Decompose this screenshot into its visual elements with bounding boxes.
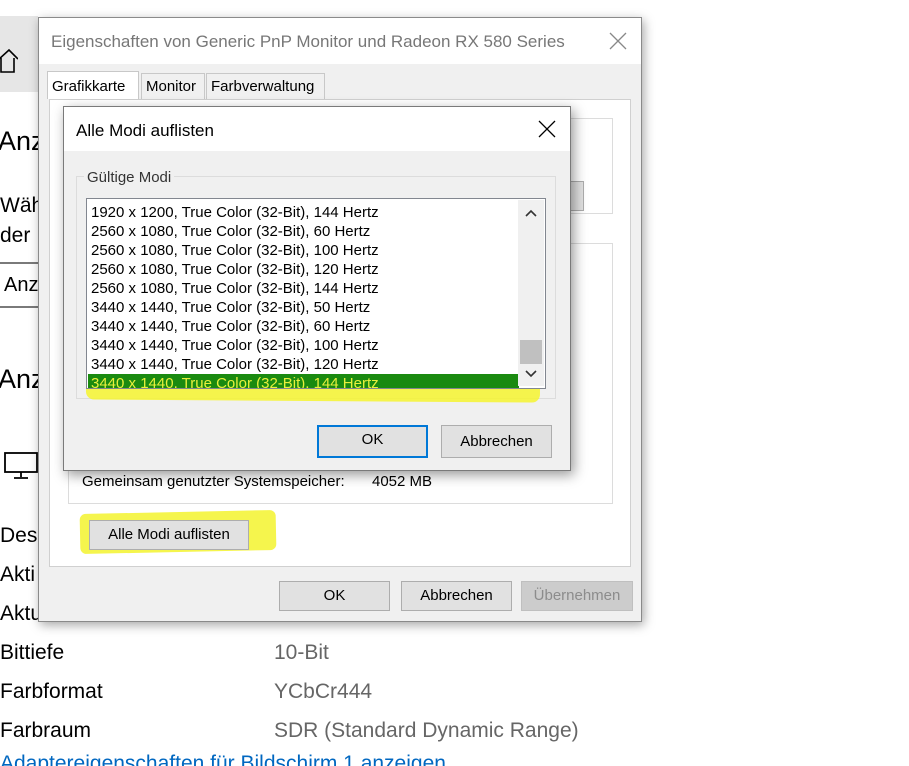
apply-button[interactable]: Übernehmen	[521, 581, 633, 611]
list-item-selected[interactable]: 3440 x 1440, True Color (32-Bit), 144 He…	[88, 374, 519, 388]
list-all-modes-dialog: Alle Modi auflisten Gültige Modi 1920 x …	[63, 106, 571, 471]
home-icon[interactable]	[0, 46, 18, 76]
row-label-desktop: Des	[0, 524, 38, 547]
row-value-farbraum: SDR (Standard Dynamic Range)	[274, 719, 579, 742]
list-item[interactable]: 3440 x 1440, True Color (32-Bit), 100 He…	[91, 336, 379, 355]
row-label-bittiefe: Bittiefe	[0, 641, 65, 664]
properties-dialog-title: Eigenschaften von Generic PnP Monitor un…	[51, 32, 565, 51]
adapter-properties-link[interactable]: Adaptereigenschaften für Bildschirm 1 an…	[0, 752, 446, 766]
chevron-up-icon[interactable]	[518, 200, 544, 226]
modes-cancel-button[interactable]: Abbrechen	[441, 425, 552, 458]
settings-der-text: der	[0, 224, 31, 247]
display-dropdown-text: Anz	[4, 274, 39, 296]
tab-monitor[interactable]: Monitor	[141, 73, 205, 99]
close-icon[interactable]	[536, 118, 558, 140]
tab-grafikkarte[interactable]: Grafikkarte	[47, 71, 139, 99]
properties-dialog-titlebar[interactable]: Eigenschaften von Generic PnP Monitor un…	[39, 18, 641, 64]
shared-memory-value: 4052 MB	[372, 473, 433, 490]
list-item[interactable]: 2560 x 1080, True Color (32-Bit), 144 He…	[91, 279, 379, 298]
row-label-farbformat: Farbformat	[0, 680, 103, 703]
row-label-active: Akti	[0, 563, 36, 586]
monitor-icon	[4, 452, 38, 479]
modes-scrollbar[interactable]	[518, 200, 544, 386]
shared-memory-label: Gemeinsam genutzter Systemspeicher:	[82, 473, 345, 490]
row-value-farbformat: YCbCr444	[274, 680, 373, 703]
close-icon[interactable]	[607, 30, 629, 52]
list-item[interactable]: 2560 x 1080, True Color (32-Bit), 100 He…	[91, 241, 379, 260]
list-item[interactable]: 1920 x 1200, True Color (32-Bit), 144 He…	[91, 203, 379, 222]
modes-dialog-title: Alle Modi auflisten	[76, 121, 214, 140]
tab-farbverwaltung[interactable]: Farbverwaltung	[206, 73, 325, 99]
row-label-current: Aktu	[0, 602, 43, 625]
list-item[interactable]: 2560 x 1080, True Color (32-Bit), 120 He…	[91, 260, 379, 279]
cancel-button[interactable]: Abbrechen	[401, 581, 512, 611]
list-item[interactable]: 2560 x 1080, True Color (32-Bit), 60 Her…	[91, 222, 370, 241]
modes-dialog-titlebar[interactable]: Alle Modi auflisten	[64, 107, 570, 151]
list-item[interactable]: 3440 x 1440, True Color (32-Bit), 120 He…	[91, 355, 379, 374]
modes-listbox[interactable]: 1920 x 1200, True Color (32-Bit), 144 He…	[86, 198, 546, 389]
row-label-farbraum: Farbraum	[0, 719, 92, 742]
modes-ok-button[interactable]: OK	[317, 425, 428, 458]
scrollbar-thumb[interactable]	[520, 340, 542, 364]
list-item[interactable]: 3440 x 1440, True Color (32-Bit), 50 Her…	[91, 298, 370, 317]
list-item[interactable]: 3440 x 1440, True Color (32-Bit), 60 Her…	[91, 317, 370, 336]
chevron-down-icon[interactable]	[518, 362, 544, 386]
display-dropdown[interactable]: Anz	[0, 262, 40, 308]
row-value-bittiefe: 10-Bit	[274, 641, 329, 664]
home-nav-strip[interactable]	[0, 16, 38, 92]
valid-modes-label: Gültige Modi	[84, 169, 175, 186]
ok-button[interactable]: OK	[279, 581, 390, 611]
list-all-modes-button[interactable]: Alle Modi auflisten	[89, 520, 249, 550]
